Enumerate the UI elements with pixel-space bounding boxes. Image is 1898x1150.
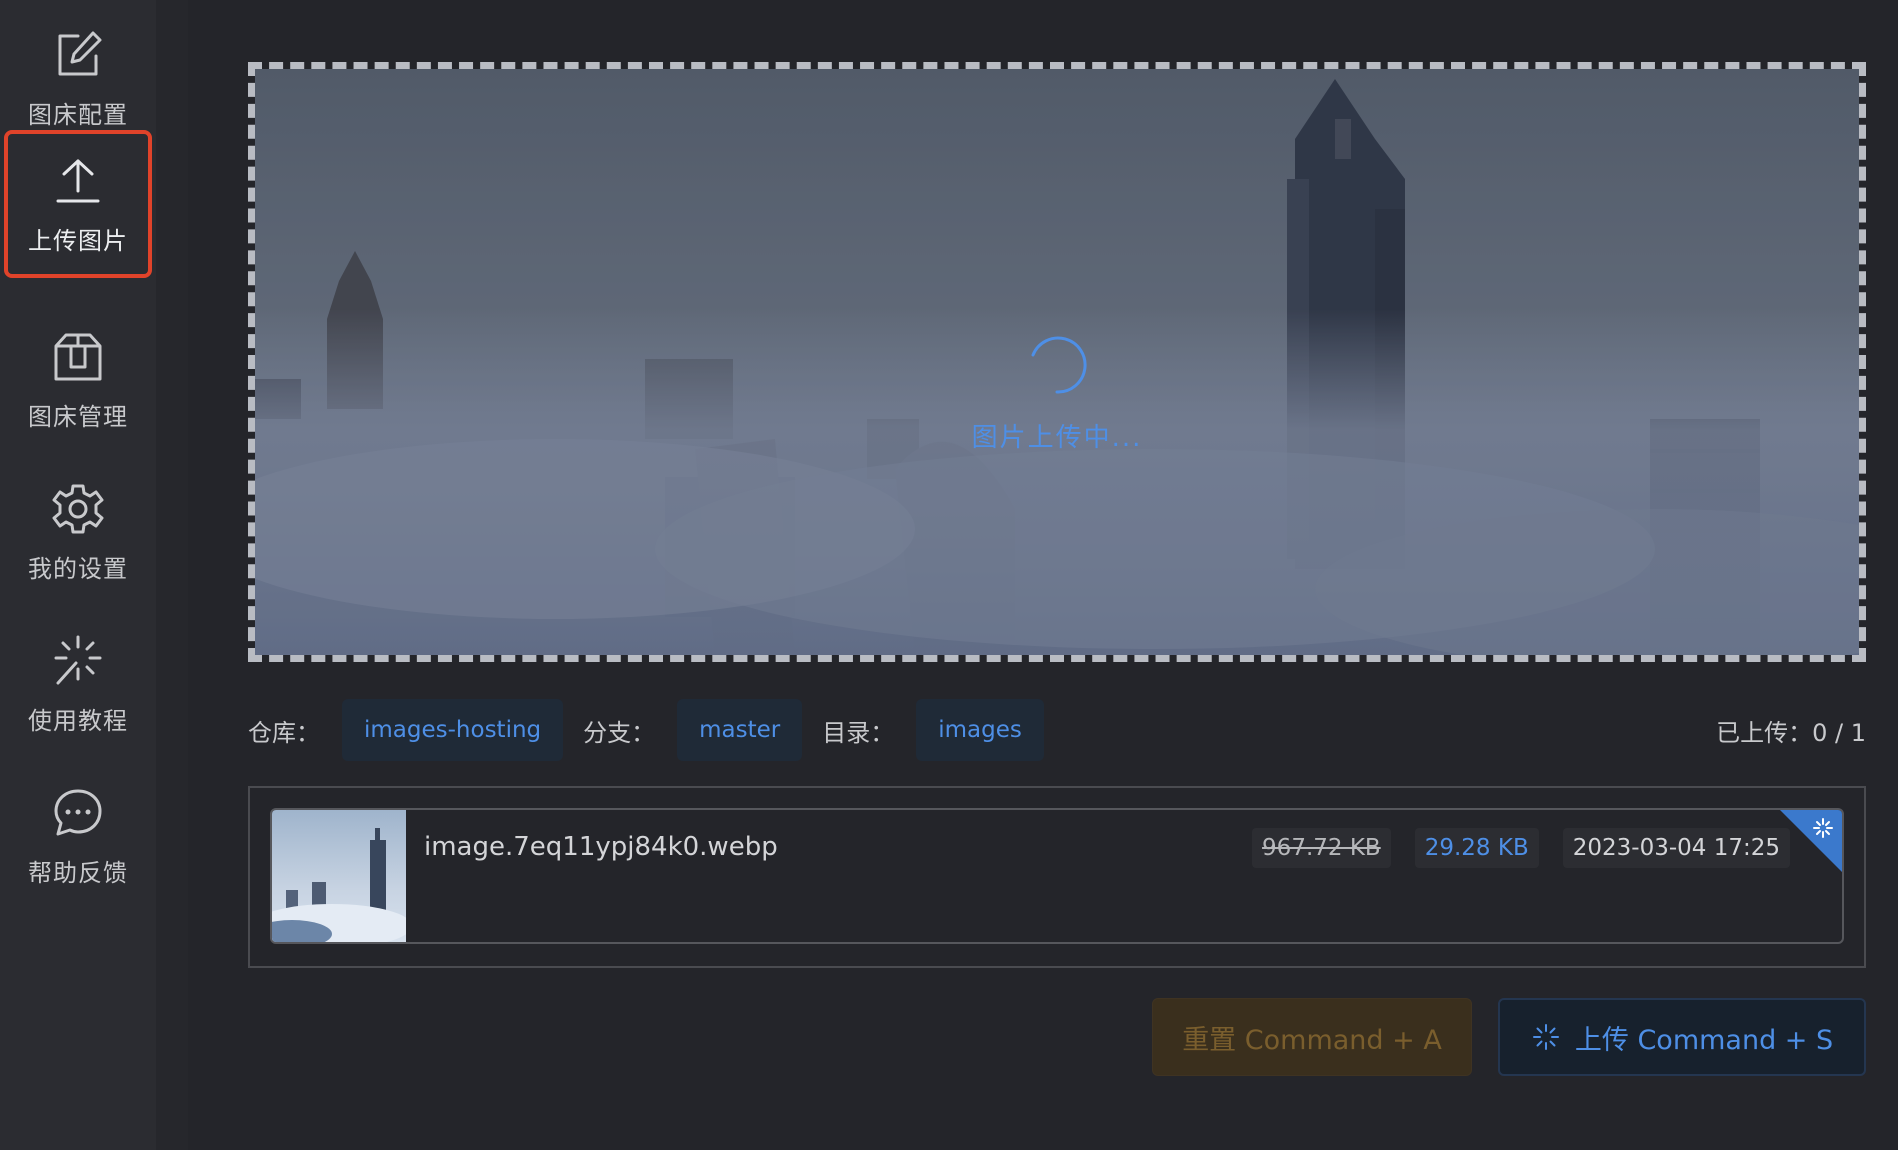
reset-button-label: 重置 Command + A xyxy=(1182,1024,1442,1056)
dir-tag[interactable]: images xyxy=(916,699,1044,761)
nav-item-manage[interactable]: 图床管理 xyxy=(4,306,152,454)
box-icon xyxy=(50,329,106,385)
original-size: 967.72 KB xyxy=(1252,828,1391,868)
nav-item-label: 图床管理 xyxy=(28,402,128,431)
nav-item-label: 上传图片 xyxy=(28,226,128,255)
loading-sparkle-icon xyxy=(1531,1022,1561,1052)
loading-indicator: 图片上传中... xyxy=(255,331,1859,454)
uploaded-status: 已上传：0 / 1 xyxy=(1716,713,1866,748)
nav-item-settings[interactable]: 我的设置 xyxy=(4,458,152,606)
nav-item-label: 帮助反馈 xyxy=(28,858,128,887)
sidebar-gutter xyxy=(156,0,188,1150)
repo-tag[interactable]: images-hosting xyxy=(342,699,564,761)
file-meta: 967.72 KB 29.28 KB 2023-03-04 17:25 xyxy=(1228,828,1790,868)
branch-label: 分支： xyxy=(583,718,656,747)
compressed-size: 29.28 KB xyxy=(1414,828,1539,868)
sparkle-icon xyxy=(50,633,106,689)
dir-label: 目录： xyxy=(822,718,895,747)
list-item[interactable]: image.7eq11ypj84k0.webp 967.72 KB 29.28 … xyxy=(270,808,1844,944)
image-thumbnail xyxy=(272,810,406,942)
repo-info-bar: 仓库： images-hosting 分支： master 目录： images… xyxy=(248,698,1866,762)
reset-button[interactable]: 重置 Command + A xyxy=(1152,998,1472,1076)
upload-list: image.7eq11ypj84k0.webp 967.72 KB 29.28 … xyxy=(248,786,1866,968)
nav-item-feedback[interactable]: 帮助反馈 xyxy=(4,762,152,910)
edit-icon xyxy=(50,27,106,83)
uploading-corner-badge xyxy=(1780,810,1842,872)
upload-date: 2023-03-04 17:25 xyxy=(1562,828,1790,868)
nav-item-tutorial[interactable]: 使用教程 xyxy=(4,610,152,758)
upload-button-label: 上传 Command + S xyxy=(1574,1024,1834,1056)
uploaded-count: 0 / 1 xyxy=(1812,718,1866,747)
nav-item-label: 使用教程 xyxy=(28,706,128,735)
sidebar: 图床配置 上传图片 图床管理 我的设置 使用教程 帮助反馈 xyxy=(0,0,156,1150)
chat-icon xyxy=(50,785,106,841)
nav-item-label: 我的设置 xyxy=(28,554,128,583)
uploaded-label: 已上传： xyxy=(1716,718,1813,747)
loading-spinner-icon xyxy=(1031,336,1087,394)
nav-item-upload[interactable]: 上传图片 xyxy=(4,130,152,278)
repo-label: 仓库： xyxy=(248,718,320,747)
upload-dropzone[interactable]: 图片上传中... xyxy=(248,62,1866,662)
file-name: image.7eq11ypj84k0.webp xyxy=(424,832,778,862)
upload-icon xyxy=(50,153,106,209)
gear-icon xyxy=(50,481,106,537)
nav-item-label: 图床配置 xyxy=(28,100,128,129)
upload-button[interactable]: 上传 Command + S xyxy=(1498,998,1866,1076)
branch-tag[interactable]: master xyxy=(677,699,803,761)
loading-text: 图片上传中... xyxy=(971,423,1143,453)
